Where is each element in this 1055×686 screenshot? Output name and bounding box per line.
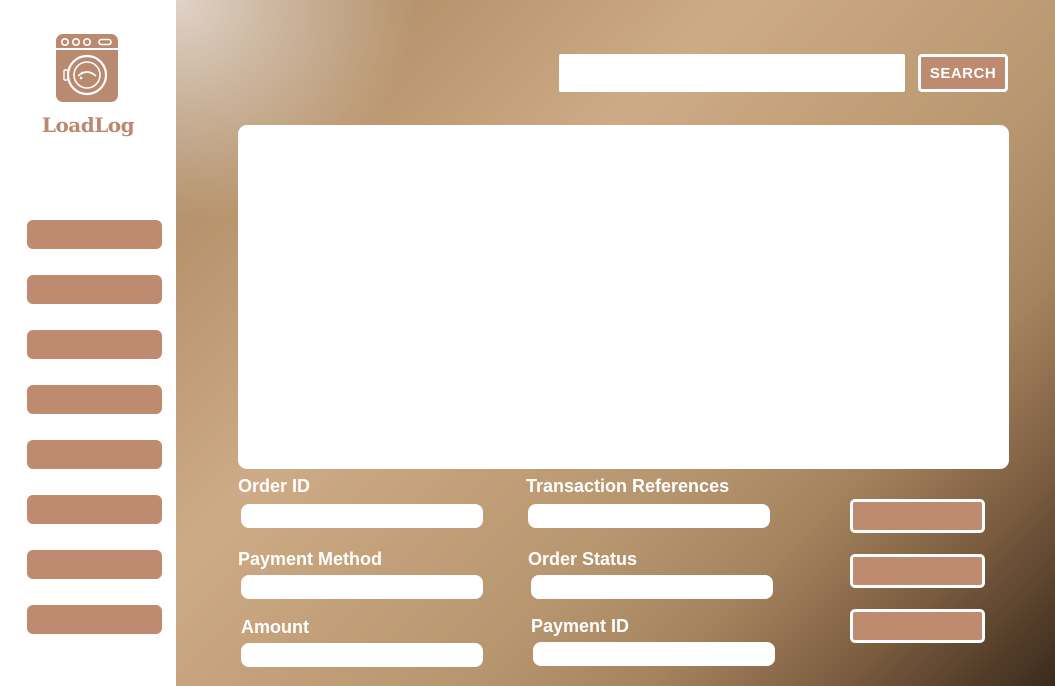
transaction-references-label: Transaction References: [526, 476, 730, 496]
sidebar-item-3[interactable]: [27, 330, 162, 359]
payment-id-label: Payment ID: [531, 616, 630, 636]
transaction-references-field[interactable]: [528, 504, 770, 528]
content-panel: [238, 125, 1009, 469]
payment-method-label: Payment Method: [238, 549, 383, 569]
app-logo-text: LoadLog: [41, 113, 135, 137]
search-input[interactable]: [559, 54, 905, 92]
sidebar-item-2[interactable]: [27, 275, 162, 304]
sidebar-item-4[interactable]: [27, 385, 162, 414]
order-id-label: Order ID: [238, 476, 311, 496]
order-status-label: Order Status: [528, 549, 638, 569]
amount-field[interactable]: [241, 643, 483, 667]
sidebar: LoadLog: [0, 0, 176, 686]
sidebar-item-1[interactable]: [27, 220, 162, 249]
payment-method-field[interactable]: [241, 575, 483, 599]
sidebar-item-6[interactable]: [27, 495, 162, 524]
order-status-field[interactable]: [531, 575, 773, 599]
sidebar-item-5[interactable]: [27, 440, 162, 469]
washing-machine-icon: [56, 34, 118, 102]
amount-label: Amount: [241, 617, 309, 637]
sidebar-item-8[interactable]: [27, 605, 162, 634]
action-button-3[interactable]: [850, 609, 985, 643]
payment-id-field[interactable]: [533, 642, 775, 666]
order-id-field[interactable]: [241, 504, 483, 528]
search-button[interactable]: SEARCH: [918, 54, 1008, 92]
action-button-1[interactable]: [850, 499, 985, 533]
sidebar-item-7[interactable]: [27, 550, 162, 579]
action-button-2[interactable]: [850, 554, 985, 588]
